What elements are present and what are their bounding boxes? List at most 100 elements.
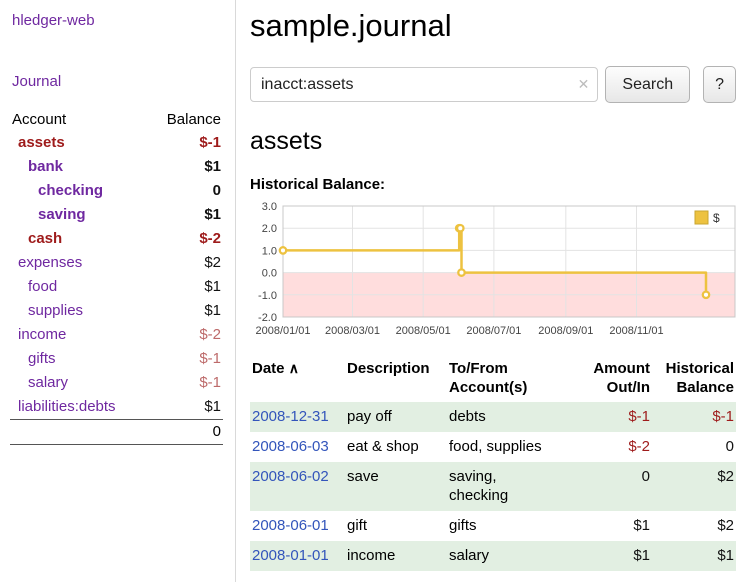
account-row: gifts $-1 bbox=[10, 347, 223, 371]
search-button[interactable]: Search bbox=[605, 66, 690, 103]
account-balance: $1 bbox=[148, 299, 223, 323]
register-row: 2008-01-01incomesalary$1$1 bbox=[250, 541, 736, 571]
register-balance: $-1 bbox=[652, 402, 736, 432]
register-balance: $2 bbox=[652, 511, 736, 541]
account-row: liabilities:debts $1 bbox=[10, 395, 223, 420]
account-row: expenses $2 bbox=[10, 251, 223, 275]
account-link[interactable]: food bbox=[28, 278, 57, 295]
register-description: eat & shop bbox=[345, 432, 447, 462]
register-table-body: 2008-12-31pay offdebts$-1$-1 2008-06-03 ea… bbox=[250, 402, 736, 571]
account-row: supplies $1 bbox=[10, 299, 223, 323]
register-balance: 0 bbox=[652, 432, 736, 462]
accounts-header-balance: Balance bbox=[148, 108, 223, 131]
account-name-cell: food bbox=[10, 275, 148, 299]
register-date-cell: 2008-06-03 bbox=[250, 432, 345, 462]
sidebar-nav: Journal bbox=[10, 73, 223, 90]
register-header-row: Date ∧ Description To/From Account(s) Am… bbox=[250, 357, 736, 402]
account-balance: $-2 bbox=[148, 227, 223, 251]
historical-balance-chart: 3.02.01.00.0-1.0-2.02008/01/012008/03/01… bbox=[250, 199, 736, 349]
svg-text:2008/07/01: 2008/07/01 bbox=[466, 325, 521, 337]
register-balance: $2 bbox=[652, 462, 736, 511]
register-row: 2008-06-02savesaving, checking0$2 bbox=[250, 462, 736, 511]
account-link[interactable]: assets bbox=[18, 134, 65, 151]
account-row: bank $1 bbox=[10, 155, 223, 179]
account-name-cell: bank bbox=[10, 155, 148, 179]
register-date-cell: 2008-01-01 bbox=[250, 541, 345, 571]
accounts-table: Account Balance assets $-1 bank $1 checking 0… bbox=[10, 108, 223, 445]
register-row: 2008-12-31pay offdebts$-1$-1 bbox=[250, 402, 736, 432]
register-header-balance: Historical Balance bbox=[652, 357, 736, 402]
account-balance: $1 bbox=[148, 203, 223, 227]
account-row: income $-2 bbox=[10, 323, 223, 347]
account-balance: $-1 bbox=[148, 347, 223, 371]
chart-point-marker bbox=[280, 247, 286, 253]
register-amount: $-1 bbox=[553, 402, 652, 432]
sort-ascending-icon[interactable]: ∧ bbox=[289, 360, 299, 376]
svg-text:2008/01/01: 2008/01/01 bbox=[255, 325, 310, 337]
accounts-header-account: Account bbox=[10, 108, 148, 131]
transaction-date-link[interactable]: 2008-06-02 bbox=[252, 468, 329, 485]
svg-text:2008/11/01: 2008/11/01 bbox=[609, 325, 663, 337]
accounts-total-row: 0 bbox=[10, 420, 223, 445]
account-balance: $-1 bbox=[148, 131, 223, 155]
transaction-date-link[interactable]: 2008-06-01 bbox=[252, 517, 329, 534]
account-balance: $1 bbox=[148, 395, 223, 420]
transaction-date-link[interactable]: 2008-12-31 bbox=[252, 408, 329, 425]
account-link[interactable]: cash bbox=[28, 230, 62, 247]
account-link[interactable]: supplies bbox=[28, 302, 83, 319]
register-header-amount: Amount Out/In bbox=[553, 357, 652, 402]
account-link[interactable]: salary bbox=[28, 374, 68, 391]
account-balance: $1 bbox=[148, 155, 223, 179]
register-balance: $1 bbox=[652, 541, 736, 571]
help-button[interactable]: ? bbox=[703, 66, 736, 103]
account-name-cell: saving bbox=[10, 203, 148, 227]
accounts-total-spacer bbox=[10, 420, 148, 445]
app-title-link[interactable]: hledger-web bbox=[12, 12, 223, 29]
account-link[interactable]: gifts bbox=[28, 350, 56, 367]
register-description: gift bbox=[345, 511, 447, 541]
account-link[interactable]: liabilities:debts bbox=[18, 398, 116, 415]
svg-text:2008/05/01: 2008/05/01 bbox=[396, 325, 451, 337]
register-row: 2008-06-03 eat & shopfood, supplies$-20 bbox=[250, 432, 736, 462]
journal-link[interactable]: Journal bbox=[12, 73, 223, 90]
svg-text:0.0: 0.0 bbox=[262, 268, 277, 280]
account-balance: $1 bbox=[148, 275, 223, 299]
account-name-cell: income bbox=[10, 323, 148, 347]
clear-search-icon[interactable]: ✕ bbox=[578, 76, 590, 92]
account-name-cell: cash bbox=[10, 227, 148, 251]
chart-point-marker bbox=[703, 292, 709, 298]
register-description: income bbox=[345, 541, 447, 571]
register-date-cell: 2008-12-31 bbox=[250, 402, 345, 432]
account-link[interactable]: checking bbox=[38, 182, 103, 199]
register-amount: $-2 bbox=[553, 432, 652, 462]
account-balance: $-2 bbox=[148, 323, 223, 347]
account-row: food $1 bbox=[10, 275, 223, 299]
register-row: 2008-06-01giftgifts$1$2 bbox=[250, 511, 736, 541]
account-link[interactable]: bank bbox=[28, 158, 63, 175]
account-balance: $2 bbox=[148, 251, 223, 275]
legend-swatch bbox=[695, 211, 708, 224]
account-link[interactable]: expenses bbox=[18, 254, 82, 271]
legend-label: $ bbox=[713, 211, 720, 225]
search-bar: ✕ Search ? bbox=[250, 66, 736, 103]
register-header-accounts: To/From Account(s) bbox=[447, 357, 553, 402]
account-link[interactable]: saving bbox=[38, 206, 86, 223]
transaction-date-link[interactable]: 2008-06-03 bbox=[252, 438, 329, 455]
account-name-cell: assets bbox=[10, 131, 148, 155]
register-header-date[interactable]: Date ∧ bbox=[250, 357, 345, 402]
transaction-date-link[interactable]: 2008-01-01 bbox=[252, 547, 329, 564]
register-header-description: Description bbox=[345, 357, 447, 402]
register-accounts: salary bbox=[447, 541, 553, 571]
svg-text:-1.0: -1.0 bbox=[258, 290, 277, 302]
account-name-cell: expenses bbox=[10, 251, 148, 275]
search-input[interactable] bbox=[250, 67, 598, 102]
app-window: hledger-web Journal Account Balance asse… bbox=[0, 0, 742, 582]
sidebar: hledger-web Journal Account Balance asse… bbox=[0, 0, 236, 582]
svg-text:2.0: 2.0 bbox=[262, 223, 277, 235]
svg-text:1.0: 1.0 bbox=[262, 245, 277, 257]
account-row: saving $1 bbox=[10, 203, 223, 227]
register-accounts: food, supplies bbox=[447, 432, 553, 462]
register-accounts: gifts bbox=[447, 511, 553, 541]
account-link[interactable]: income bbox=[18, 326, 66, 343]
search-box: ✕ bbox=[250, 67, 598, 102]
